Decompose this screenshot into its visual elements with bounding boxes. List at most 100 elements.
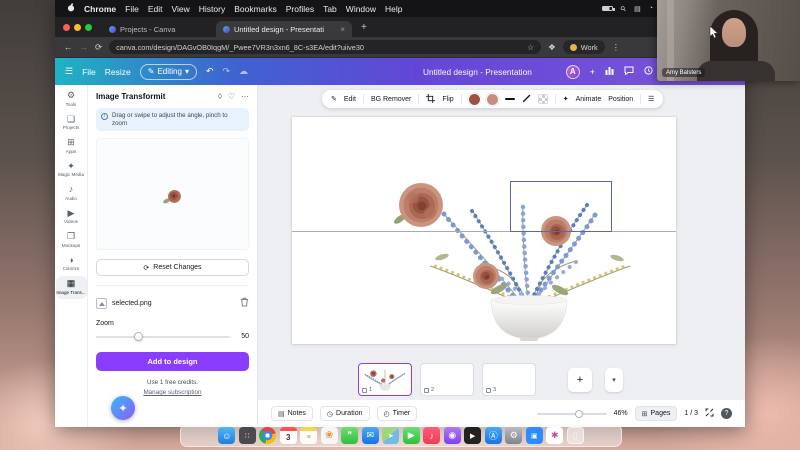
dock-icon-mail[interactable]: ✉ [361,427,379,444]
sidebar-item-projects[interactable]: ❏ Projects [56,112,87,135]
sidebar-item-audio[interactable]: ♪ Audio [56,182,87,205]
menu-item-file[interactable]: File [125,4,139,14]
browser-tab-projects[interactable]: Projects - Canva [102,21,210,37]
duration-button[interactable]: ◷ Duration [319,406,370,421]
bg-remover-button[interactable]: BG Remover [371,96,411,103]
insights-icon[interactable] [605,66,614,77]
dock-icon-calendar[interactable]: 3 [279,427,297,444]
like-icon[interactable]: ♡ [228,92,235,101]
menu-item-tab[interactable]: Tab [323,4,337,14]
dock-icon-podcasts[interactable]: ◉ [443,427,461,444]
menu-item-edit[interactable]: Edit [148,4,163,14]
adjust-sliders-icon[interactable]: ☰ [648,95,654,103]
canva-assistant-button[interactable]: ✦ [111,396,135,420]
reset-changes-button[interactable]: ⟳ Reset Changes [96,259,249,276]
design-title[interactable]: Untitled design - Presentation [423,67,532,77]
dock-icon-music[interactable]: ♪ [423,427,441,444]
dock-icon-slack[interactable]: ✱ [546,427,564,444]
back-button[interactable]: ← [64,42,73,52]
dock-icon-finder[interactable]: ☺ [218,427,236,444]
page-thumbnail-1[interactable]: 1 [358,363,412,396]
presentation-slide[interactable] [292,117,676,344]
dock-icon-launchpad[interactable]: ∷ [238,427,256,444]
notes-button[interactable]: ▤ Notes [271,406,313,421]
menu-item-help[interactable]: Help [385,4,402,14]
tab-close-icon[interactable]: × [340,25,345,34]
participant-video[interactable]: Amy Balsters [657,0,800,81]
zoom-slider-knob[interactable] [133,332,143,341]
control-center-icon[interactable]: ▤ [634,5,641,13]
sidebar-item-apps[interactable]: ⊞ Apps [56,135,87,158]
dock-icon-settings[interactable]: ⚙ [505,427,523,444]
browser-menu-icon[interactable]: ⋮ [612,42,621,53]
more-options-icon[interactable]: ⋯ [241,92,249,101]
position-button[interactable]: Position [608,96,633,103]
dock-icon-chrome[interactable] [259,427,277,444]
sidebar-item-videos[interactable]: ▶ Videos [56,206,87,229]
page-thumbnail-2[interactable]: 2 [420,363,474,396]
sidebar-item-colorize[interactable]: ◑ Colorize [56,253,87,276]
timer-button[interactable]: ◴ Timer [376,406,418,421]
line-style-icon[interactable] [522,94,531,105]
dock-icon-notes[interactable]: ≡ [300,427,318,444]
menu-item-profiles[interactable]: Profiles [286,4,314,14]
window-close-button[interactable] [63,23,70,31]
bookmark-star-icon[interactable]: ☆ [527,43,534,52]
edit-button[interactable]: Edit [344,96,356,103]
dock-icon-zoom[interactable]: ▣ [525,427,543,444]
pages-view-button[interactable]: ⊞ Pages [634,406,678,421]
menu-item-chrome[interactable]: Chrome [84,4,116,14]
stroke-style-icon[interactable] [504,97,515,101]
dock-icon-app-store[interactable]: Ⓐ [484,427,502,444]
manage-subscription-link[interactable]: Manage subscription [96,389,249,396]
undo-icon[interactable]: ↶ [206,66,214,77]
timer-icon[interactable] [644,66,653,77]
editing-mode-dropdown[interactable]: ✎ Editing ▾ [139,63,197,80]
new-tab-button[interactable]: + [361,22,367,33]
comments-icon[interactable] [624,66,634,77]
hamburger-menu-icon[interactable]: ☰ [65,66,73,77]
search-icon[interactable]: ⚲ [619,4,629,14]
selection-box[interactable] [510,181,612,232]
window-zoom-button[interactable] [85,23,92,31]
delete-file-icon[interactable] [240,294,249,312]
sidebar-item-magic-media[interactable]: ✦ Magic Media [56,159,87,182]
slide-line-element[interactable] [292,231,676,232]
sidebar-item-mockups[interactable]: ❐ Mockups [56,229,87,252]
color-swatch-dark-rose[interactable] [468,93,480,105]
dock-icon-photos[interactable]: ❀ [320,427,338,444]
transform-preview[interactable] [96,138,249,250]
browser-tab-active[interactable]: Untitled design - Presentati × [216,21,352,37]
window-minimize-button[interactable] [74,23,81,31]
canvas-zoom-slider[interactable] [536,409,607,418]
extensions-icon[interactable]: ❖ [548,42,556,53]
file-menu[interactable]: File [82,67,96,77]
account-avatar[interactable]: A [565,64,580,79]
flip-button[interactable]: Flip [442,96,453,103]
add-page-button[interactable]: + [568,367,592,392]
color-swatch-light-rose[interactable] [486,93,498,105]
animate-button[interactable]: Animate [576,96,602,103]
menu-item-history[interactable]: History [199,4,225,14]
help-button[interactable]: ? [721,408,732,419]
apple-menu-icon[interactable] [67,3,75,14]
dock-icon-tv[interactable]: ▶ [464,427,482,444]
zoom-slider[interactable] [96,332,230,341]
canvas-zoom-knob[interactable] [574,409,583,418]
redo-icon[interactable]: ↷ [223,66,231,77]
forward-button[interactable]: → [80,42,89,52]
resize-menu[interactable]: Resize [105,67,131,77]
add-to-design-button[interactable]: Add to design [96,352,249,371]
dock-icon-trash[interactable]: ▯ [566,427,584,444]
collapse-pages-icon[interactable]: ▾ [605,367,623,392]
menu-item-window[interactable]: Window [346,4,376,14]
dock-icon-messages[interactable]: ❞ [341,427,359,444]
crop-icon[interactable] [426,93,436,105]
fullscreen-icon[interactable] [705,408,714,419]
invite-member-icon[interactable]: + [590,67,595,77]
menu-item-bookmarks[interactable]: Bookmarks [234,4,277,14]
reload-button[interactable]: ⟳ [95,42,102,53]
sidebar-item-image-transformit[interactable]: ▦ Image Trans... [55,276,87,299]
menu-item-view[interactable]: View [171,4,189,14]
browser-profile-chip[interactable]: Work [562,40,605,54]
